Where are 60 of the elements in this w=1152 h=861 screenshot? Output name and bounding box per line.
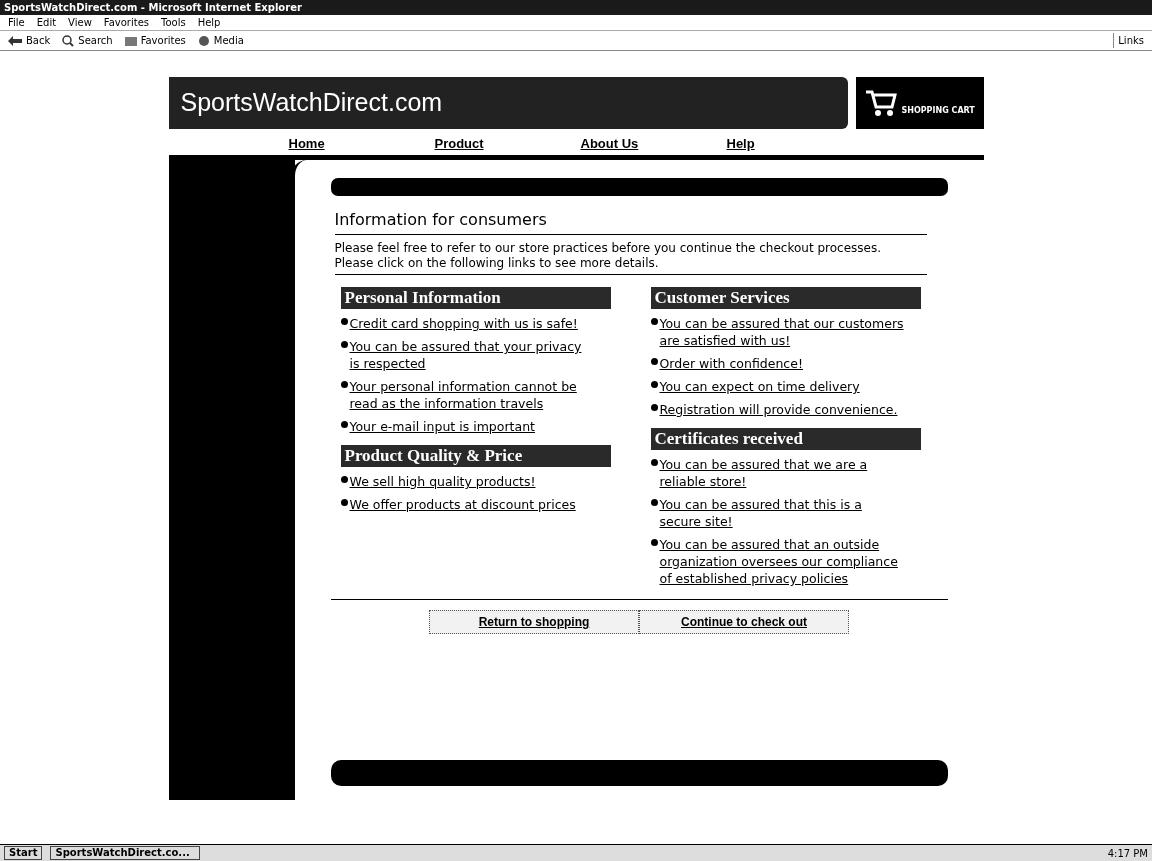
menu-item[interactable]: File: [8, 15, 25, 30]
bullet-icon: [650, 318, 658, 325]
info-link[interactable]: You can be assured that this is a secure site!: [659, 496, 905, 530]
bullet-icon: [650, 459, 658, 466]
bullet-icon: [650, 499, 658, 506]
info-link[interactable]: You can be assured that your privacy is respected: [349, 338, 595, 372]
section-heading: Personal Information: [340, 287, 611, 309]
info-link[interactable]: Your personal information cannot be read as the information travels: [349, 378, 595, 412]
toolbar-button[interactable]: Search: [62, 33, 113, 48]
bullet-icon: [340, 341, 348, 348]
search-icon: [62, 34, 75, 47]
menu-item[interactable]: Edit: [36, 15, 57, 30]
bullet-icon: [650, 404, 658, 411]
nav-button[interactable]: Continue to check out: [639, 610, 849, 634]
nav-link[interactable]: Help: [726, 133, 873, 153]
menu-item[interactable]: Tools: [161, 15, 186, 30]
info-link[interactable]: Your e-mail input is important: [349, 418, 595, 435]
section-heading: Product Quality & Price: [340, 445, 611, 467]
page-heading: Information for consumers: [334, 210, 548, 230]
links-label[interactable]: Links: [1113, 33, 1144, 48]
shopping-cart-button[interactable]: SHOPPING CART: [855, 77, 984, 129]
menu-item[interactable]: Help: [197, 15, 221, 30]
cart-icon: [863, 89, 898, 117]
intro-text: Please feel free to refer to our store practices before you continue the checkout processes. Please click on the following links to see more details.: [334, 241, 882, 271]
bullet-icon: [340, 318, 348, 325]
back-arrow-icon: [8, 35, 22, 46]
toolbar-button[interactable]: Back: [8, 33, 51, 48]
info-link[interactable]: You can be assured that we are a reliable store!: [659, 456, 905, 490]
nav-link[interactable]: Product: [434, 133, 581, 153]
info-link[interactable]: You can be assured that our customers are satisfied with us!: [659, 315, 905, 349]
nav-button[interactable]: Return to shopping: [429, 610, 639, 634]
bullet-icon: [650, 358, 658, 365]
folder-icon: [124, 35, 137, 46]
clock: 4:17 PM: [1107, 846, 1148, 861]
info-link[interactable]: We sell high quality products!: [349, 473, 595, 490]
bullet-icon: [340, 499, 348, 506]
taskbar-task[interactable]: SportsWatchDirect.co...: [50, 846, 201, 860]
window-title: SportsWatchDirect.com - Microsoft Internet Explorer: [4, 1, 302, 15]
info-link[interactable]: You can be assured that an outside organization oversees our compliance of established privacy policies: [659, 536, 905, 587]
nav-link[interactable]: About Us: [580, 133, 727, 153]
info-link[interactable]: Registration will provide convenience.: [659, 401, 905, 418]
info-link[interactable]: Order with confidence!: [659, 355, 905, 372]
toolbar-button[interactable]: Media: [197, 33, 244, 48]
site-logo[interactable]: SportsWatchDirect.com: [180, 84, 443, 122]
start-button[interactable]: Start: [4, 846, 43, 860]
nav-link[interactable]: Home: [288, 133, 435, 153]
menu-item[interactable]: Favorites: [103, 15, 149, 30]
toolbar-button[interactable]: Favorites: [124, 33, 186, 48]
section-heading: Certificates received: [650, 428, 921, 450]
info-link[interactable]: We offer products at discount prices: [349, 496, 595, 513]
info-link[interactable]: You can expect on time delivery: [659, 378, 905, 395]
bullet-icon: [650, 381, 658, 388]
section-heading: Customer Services: [650, 287, 921, 309]
bullet-icon: [340, 381, 348, 388]
media-icon: [197, 34, 210, 47]
info-link[interactable]: Credit card shopping with us is safe!: [349, 315, 595, 332]
bullet-icon: [340, 476, 348, 483]
bullet-icon: [650, 539, 658, 546]
menu-item[interactable]: View: [68, 15, 92, 30]
bullet-icon: [340, 421, 348, 428]
